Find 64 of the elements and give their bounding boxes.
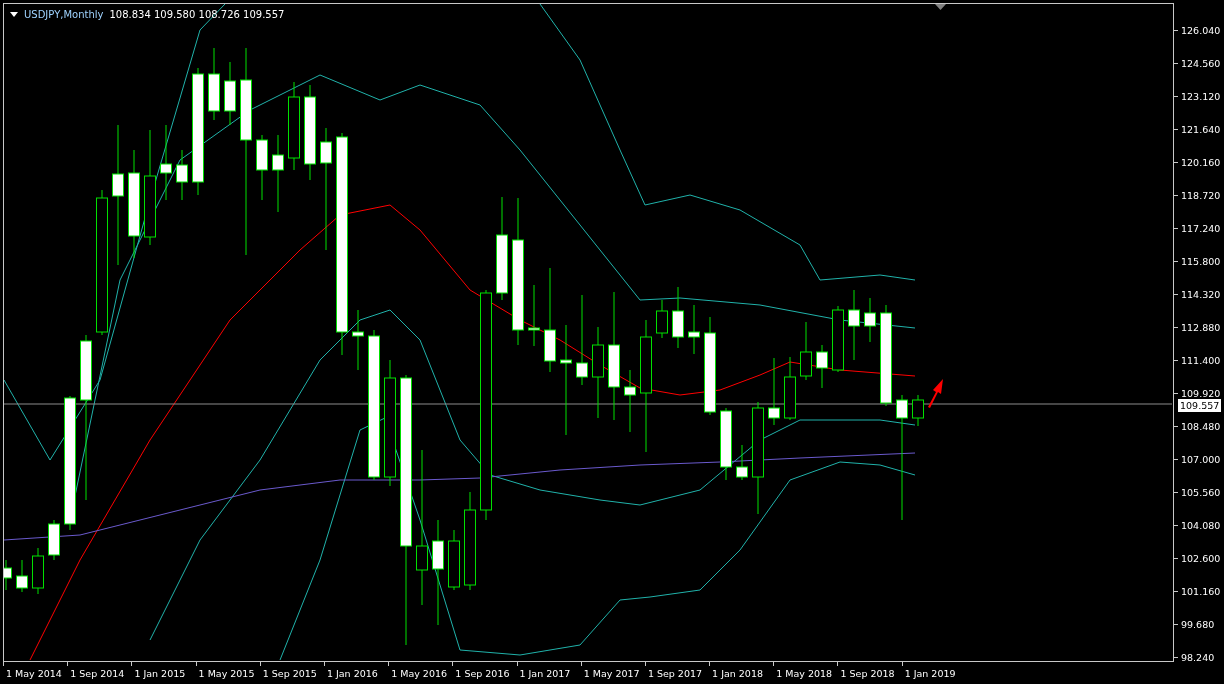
candlestick — [256, 134, 268, 201]
time-axis-label: 1 Sep 2016 — [454, 667, 510, 679]
candlestick — [672, 286, 684, 349]
candlestick — [16, 559, 28, 593]
time-axis-label: 1 Jan 2017 — [518, 667, 571, 679]
time-axis-label: 1 Sep 2017 — [646, 667, 703, 679]
arrow-icon — [928, 379, 943, 408]
time-axis-label: 1 Jan 2016 — [325, 667, 378, 679]
time-axis-label: 1 May 2016 — [390, 667, 448, 679]
candlestick — [736, 444, 748, 481]
candlestick — [784, 356, 796, 421]
price-axis-label: 102.600 — [1181, 553, 1221, 564]
time-axis-label: 1 May 2014 — [5, 667, 62, 679]
time-axis-label: 1 Sep 2014 — [69, 667, 125, 679]
candlestick — [48, 519, 60, 561]
time-axis-label: 1 May 2017 — [582, 667, 640, 679]
price-axis-label: 123.120 — [1181, 91, 1221, 102]
candlestick — [848, 289, 860, 361]
candlestick — [832, 305, 844, 373]
price-axis-label: 118.720 — [1181, 190, 1221, 201]
price-axis-label: 107.000 — [1181, 454, 1221, 465]
price-axis-label: 115.800 — [1181, 256, 1221, 267]
candlestick — [816, 344, 828, 389]
candlestick — [224, 61, 236, 126]
time-axis-label: 1 Jan 2019 — [903, 667, 956, 679]
price-axis-label: 114.320 — [1181, 289, 1221, 300]
candlestick — [32, 547, 44, 595]
time-axis-label: 1 Jan 2015 — [133, 667, 186, 679]
time-axis-label: 1 Sep 2018 — [839, 667, 895, 679]
symbol-period-label: USDJPY,Monthly — [24, 9, 104, 20]
current-price-label: 109.557 — [1178, 399, 1222, 412]
candlestick — [528, 284, 540, 347]
time-axis-label: 1 May 2015 — [197, 667, 255, 679]
candlestick — [4, 559, 12, 591]
price-axis-label: 111.400 — [1181, 355, 1221, 366]
candlestick — [800, 321, 812, 381]
time-axis-label: 1 May 2018 — [775, 667, 833, 679]
candlestick — [912, 394, 924, 427]
dropdown-triangle-icon[interactable] — [10, 12, 18, 17]
price-axis-label: 126.040 — [1181, 25, 1221, 36]
ohlc-values: 108.834 109.580 108.726 109.557 — [109, 9, 285, 20]
time-axis-label: 1 Sep 2015 — [261, 667, 317, 679]
price-axis-label: 120.160 — [1181, 157, 1221, 168]
time-axis-label: 1 Jan 2018 — [711, 667, 763, 679]
candlestick — [656, 299, 668, 339]
price-axis-label: 108.480 — [1181, 421, 1221, 432]
price-axis-label: 117.240 — [1181, 223, 1221, 234]
candlestick — [768, 357, 780, 426]
candlestick — [176, 149, 188, 201]
price-axis-label: 121.640 — [1181, 124, 1221, 135]
price-axis-label: 101.160 — [1181, 586, 1221, 597]
price-axis-label: 104.080 — [1181, 520, 1221, 531]
price-axis-label: 99.680 — [1181, 619, 1215, 630]
candlestick — [448, 529, 460, 591]
shift-marker-icon — [935, 4, 946, 10]
candlestick — [688, 304, 700, 355]
price-axis-label: 124.560 — [1181, 58, 1221, 69]
price-axis-label: 109.920 — [1181, 388, 1221, 399]
candlestick — [624, 369, 636, 433]
candlestick — [864, 297, 876, 343]
price-axis-label: 98.240 — [1181, 652, 1215, 663]
price-axis-label: 105.560 — [1181, 487, 1221, 498]
candlestick — [352, 309, 364, 371]
price-axis-label: 112.880 — [1181, 322, 1221, 333]
